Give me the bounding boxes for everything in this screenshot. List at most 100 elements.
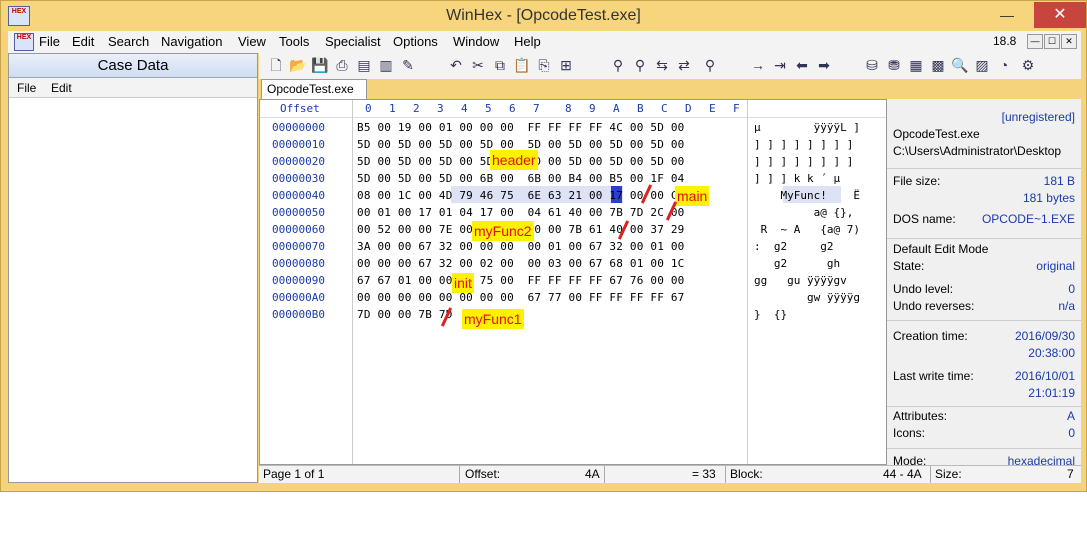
size-value: 7 bbox=[1067, 467, 1074, 481]
menu-help[interactable]: Help bbox=[514, 34, 541, 49]
row-bytes[interactable]: 67 67 01 00 00 67 75 00 FF FF FF FF 67 7… bbox=[357, 274, 684, 287]
col-header: C bbox=[661, 102, 668, 115]
state-label: State: bbox=[893, 259, 925, 273]
hex-row[interactable]: 000000B0 7D 00 00 7B 7D} {} bbox=[260, 307, 886, 324]
doc-minimize-icon[interactable]: — bbox=[1027, 34, 1043, 49]
menu-window[interactable]: Window bbox=[453, 34, 499, 49]
minimize-button[interactable]: — bbox=[991, 2, 1023, 28]
properties-icon[interactable]: ▤ bbox=[355, 56, 373, 74]
menu-specialist[interactable]: Specialist bbox=[325, 34, 381, 49]
goto-end-icon[interactable]: ⇥ bbox=[771, 56, 789, 74]
open-icon[interactable]: 📂 bbox=[289, 56, 307, 74]
search-icon[interactable]: 🔍 bbox=[951, 56, 969, 74]
hex-row[interactable]: 00000000 B5 00 19 00 01 00 00 00 FF FF FF… bbox=[260, 120, 886, 137]
forward-icon[interactable]: ➡ bbox=[815, 56, 833, 74]
export-icon[interactable]: ▥ bbox=[377, 56, 395, 74]
find-hex-icon[interactable]: ⚲ bbox=[631, 56, 649, 74]
row-ascii[interactable]: a@ {}, bbox=[754, 206, 854, 219]
back-icon[interactable]: ⬅ bbox=[793, 56, 811, 74]
case-menu-edit[interactable]: Edit bbox=[51, 81, 72, 95]
disk-clone-icon[interactable]: ⛃ bbox=[885, 56, 903, 74]
row-offset: 00000080 bbox=[272, 257, 325, 270]
hex-row[interactable]: 00000010 5D 00 5D 00 5D 00 5D 00 5D 00 5D… bbox=[260, 137, 886, 154]
offset-header: Offset bbox=[280, 102, 320, 115]
file-size-bytes: 181 bytes bbox=[1022, 191, 1075, 205]
row-ascii[interactable]: MyFunc! Ë bbox=[754, 189, 859, 202]
row-bytes[interactable]: 08 00 1C 00 4D 79 46 75 6E 63 21 00 17 0… bbox=[357, 189, 684, 202]
row-bytes[interactable]: 00 00 00 00 00 00 00 00 67 77 00 FF FF F… bbox=[357, 291, 684, 304]
hex-editor[interactable]: Offset 0 1 2 3 4 5 6 7 8 9 A B C D E F 0… bbox=[259, 99, 887, 465]
copy-icon[interactable]: ⧉ bbox=[491, 56, 509, 74]
find-icon[interactable]: ⚲ bbox=[609, 56, 627, 74]
close-button[interactable]: ✕ bbox=[1034, 2, 1086, 28]
case-menu-file[interactable]: File bbox=[17, 81, 36, 95]
row-ascii[interactable]: gw ÿÿÿÿg bbox=[754, 291, 860, 304]
goto-offset-icon[interactable]: → bbox=[749, 56, 767, 74]
hex-row[interactable]: 00000080 00 00 00 67 32 00 02 00 00 03 00… bbox=[260, 256, 886, 273]
menu-view[interactable]: View bbox=[238, 34, 266, 49]
settings-icon[interactable]: ⚙ bbox=[1019, 56, 1037, 74]
save-icon[interactable]: 💾 bbox=[311, 56, 329, 74]
hex-row[interactable]: 00000050 00 01 00 17 01 04 17 00 04 61 40… bbox=[260, 205, 886, 222]
hash-icon[interactable]: ▨ bbox=[973, 56, 991, 74]
row-ascii[interactable]: ] ] ] k k ´ µ bbox=[754, 172, 860, 185]
row-ascii[interactable]: g2 gh bbox=[754, 257, 860, 270]
paste-new-icon[interactable]: ⎘ bbox=[535, 56, 553, 74]
edit-icon[interactable]: ✎ bbox=[399, 56, 417, 74]
menu-navigation[interactable]: Navigation bbox=[161, 34, 222, 49]
attributes-value: A bbox=[1066, 409, 1075, 423]
ram-icon[interactable]: ▦ bbox=[907, 56, 925, 74]
replace-icon[interactable]: ⇆ bbox=[653, 56, 671, 74]
row-bytes[interactable]: 5D 00 5D 00 5D 00 6B 00 6B 00 B4 00 B5 0… bbox=[357, 172, 684, 185]
row-offset: 00000030 bbox=[272, 172, 325, 185]
disk-icon[interactable]: ⛁ bbox=[863, 56, 881, 74]
menu-edit[interactable]: Edit bbox=[72, 34, 94, 49]
row-ascii[interactable]: ] ] ] ] ] ] ] ] bbox=[754, 138, 860, 151]
undo-icon[interactable]: ↶ bbox=[447, 56, 465, 74]
find-next-icon[interactable]: ⚲ bbox=[701, 56, 719, 74]
hex-row[interactable]: 00000070 3A 00 00 67 32 00 00 00 00 01 00… bbox=[260, 239, 886, 256]
page-indicator: Page 1 of 1 bbox=[263, 467, 325, 481]
new-file-icon[interactable]: 🗋 bbox=[267, 56, 285, 74]
replace-hex-icon[interactable]: ⇄ bbox=[675, 56, 693, 74]
analyze-icon[interactable]: ◔ bbox=[995, 56, 1013, 74]
menu-file[interactable]: File bbox=[39, 34, 60, 49]
document-icon[interactable]: HEX bbox=[14, 33, 34, 51]
case-data-menu: File Edit bbox=[9, 78, 257, 98]
offset-label: Offset: bbox=[465, 467, 501, 481]
col-header: B bbox=[637, 102, 644, 115]
file-size-value: 181 B bbox=[1043, 174, 1075, 188]
row-ascii[interactable]: R ~ A {a@ 7) bbox=[754, 223, 860, 236]
binary-icon[interactable]: ⊞ bbox=[557, 56, 575, 74]
row-ascii[interactable]: gg gu ÿÿÿÿgv bbox=[754, 274, 860, 287]
row-ascii[interactable]: } {} bbox=[754, 308, 787, 321]
row-bytes[interactable]: 00 01 00 17 01 04 17 00 04 61 40 00 7B 7… bbox=[357, 206, 684, 219]
hex-row[interactable]: 00000090 67 67 01 00 00 67 75 00 FF FF FF… bbox=[260, 273, 886, 290]
col-header: F bbox=[733, 102, 740, 115]
annotation-main: main bbox=[675, 186, 710, 206]
hex-row[interactable]: 000000A0 00 00 00 00 00 00 00 00 67 77 00… bbox=[260, 290, 886, 307]
row-bytes[interactable]: 00 00 00 67 32 00 02 00 00 03 00 67 68 0… bbox=[357, 257, 684, 270]
row-ascii[interactable]: µ ÿÿÿÿL ] bbox=[754, 121, 860, 134]
creation-date: 2016/09/30 bbox=[1014, 329, 1075, 343]
hex-row[interactable]: 00000020 5D 00 5D 00 5D 00 5D 00 5D 00 5D… bbox=[260, 154, 886, 171]
row-bytes[interactable]: 3A 00 00 67 32 00 00 00 00 01 00 67 32 0… bbox=[357, 240, 684, 253]
doc-close-icon[interactable]: ✕ bbox=[1061, 34, 1077, 49]
doc-restore-icon[interactable]: ☐ bbox=[1044, 34, 1060, 49]
row-ascii[interactable]: : g2 g2 bbox=[754, 240, 853, 253]
row-bytes[interactable]: 7D 00 00 7B 7D bbox=[357, 308, 453, 321]
row-ascii[interactable]: ] ] ] ] ] ] ] ] bbox=[754, 155, 860, 168]
cut-icon[interactable]: ✂ bbox=[469, 56, 487, 74]
tab-opcodetest[interactable]: OpcodeTest.exe bbox=[261, 79, 367, 99]
icons-value: 0 bbox=[1068, 426, 1075, 440]
row-bytes[interactable]: B5 00 19 00 01 00 00 00 FF FF FF FF 4C 0… bbox=[357, 121, 684, 134]
hex-row[interactable]: 0000006000 52 00 00 7E 00 00 00 00 00 7B… bbox=[260, 222, 886, 239]
menu-options[interactable]: Options bbox=[393, 34, 438, 49]
print-icon[interactable]: ⎙ bbox=[333, 56, 351, 74]
paste-icon[interactable]: 📋 bbox=[513, 56, 531, 74]
menu-search[interactable]: Search bbox=[108, 34, 149, 49]
hex-row[interactable]: 00000030 5D 00 5D 00 5D 00 6B 00 6B 00 B4… bbox=[260, 171, 886, 188]
calculator-icon[interactable]: ▩ bbox=[929, 56, 947, 74]
hex-row[interactable]: 00000040 08 00 1C 00 4D 79 46 75 6E 63 21… bbox=[260, 188, 886, 205]
menu-tools[interactable]: Tools bbox=[279, 34, 309, 49]
